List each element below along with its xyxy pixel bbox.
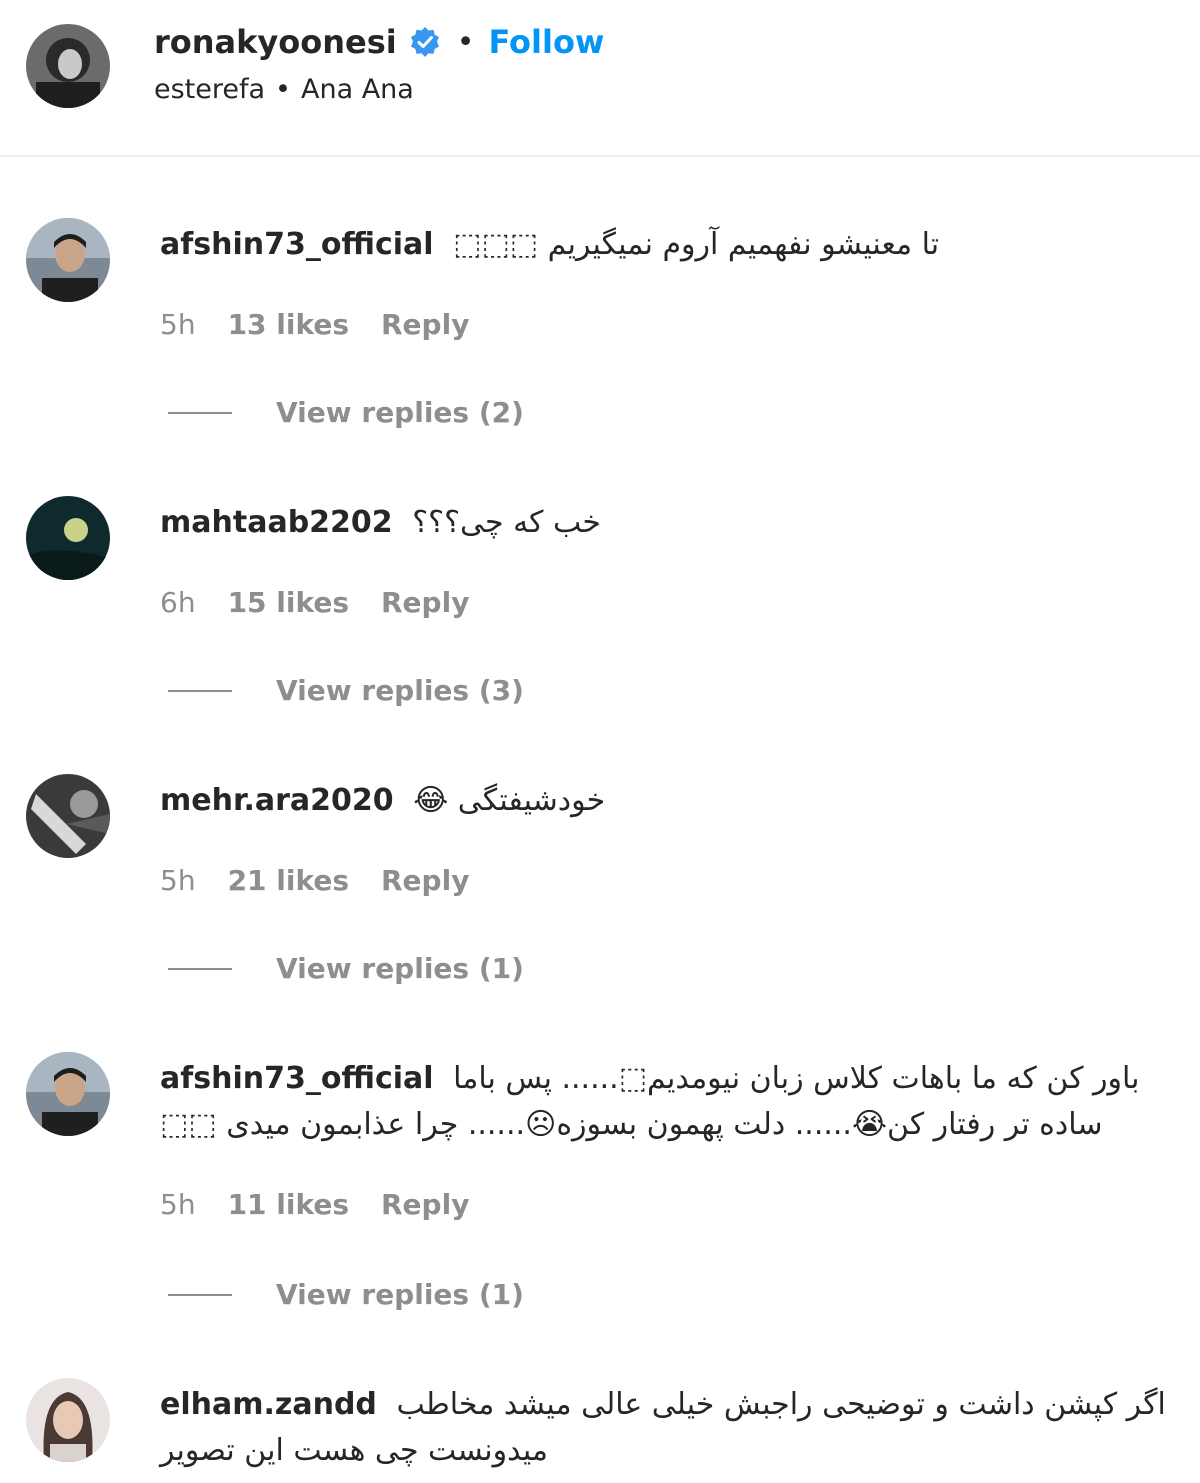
commenter-avatar[interactable] [26, 496, 110, 580]
comment-body: خودشیفتگی 😂 [413, 783, 606, 818]
comment-meta: 5h 21 likes Reply [160, 864, 501, 897]
comment-time: 5h [160, 1188, 196, 1221]
reply-button[interactable]: Reply [381, 308, 469, 341]
replies-divider [168, 689, 232, 692]
follow-button[interactable]: Follow [488, 23, 604, 61]
comment-text: mehr.ara2020 خودشیفتگی 😂 [160, 778, 1180, 824]
post-subtitle: esterefa • Ana Ana [154, 74, 414, 105]
comment-meta: 5h 11 likes Reply [160, 1188, 501, 1221]
author-username[interactable]: ronakyoonesi [154, 23, 397, 61]
view-replies-label: View replies (2) [276, 396, 524, 429]
view-replies-label: View replies (1) [276, 1278, 524, 1311]
view-replies-label: View replies (1) [276, 952, 524, 985]
view-replies-label: View replies (3) [276, 674, 524, 707]
view-replies-button[interactable]: View replies (1) [168, 1278, 524, 1311]
reply-button[interactable]: Reply [381, 586, 469, 619]
comment-username[interactable]: afshin73_official [160, 1061, 434, 1096]
comment-likes[interactable]: 21 likes [228, 864, 349, 897]
commenter-avatar[interactable] [26, 1378, 110, 1462]
comment-likes[interactable]: 15 likes [228, 586, 349, 619]
comment-username[interactable]: mahtaab2202 [160, 505, 393, 540]
comment-username[interactable]: elham.zandd [160, 1387, 377, 1422]
audio-link[interactable]: Ana Ana [301, 74, 414, 105]
comment-likes[interactable]: 11 likes [228, 1188, 349, 1221]
replies-divider [168, 967, 232, 970]
reply-button[interactable]: Reply [381, 864, 469, 897]
comment-likes[interactable]: 13 likes [228, 308, 349, 341]
separator-dot: • [275, 74, 291, 105]
comment-meta: 6h 15 likes Reply [160, 586, 501, 619]
comment-text: elham.zandd اگر کپشن داشت و توضیحی راجبش… [160, 1382, 1180, 1474]
comment-username[interactable]: mehr.ara2020 [160, 783, 394, 818]
view-replies-button[interactable]: View replies (1) [168, 952, 524, 985]
comment-text: afshin73_official باور کن که ما باهات کل… [160, 1056, 1180, 1148]
comment-username[interactable]: afshin73_official [160, 227, 434, 262]
post-header: ronakyoonesi • Follow esterefa • Ana Ana [0, 0, 1200, 157]
comment-body: تا معنیشو نفهمیم آروم نمیگیریم ⬚⬚⬚ [453, 227, 940, 262]
view-replies-button[interactable]: View replies (3) [168, 674, 524, 707]
separator-dot: • [456, 24, 475, 60]
comment-text: mahtaab2202 خب که چی؟؟؟ [160, 500, 1180, 546]
comment-time: 6h [160, 586, 196, 619]
commenter-avatar[interactable] [26, 218, 110, 302]
author-avatar[interactable] [26, 24, 110, 108]
location-link[interactable]: esterefa [154, 74, 265, 105]
comment-time: 5h [160, 864, 196, 897]
commenter-avatar[interactable] [26, 774, 110, 858]
commenter-avatar[interactable] [26, 1052, 110, 1136]
comment-time: 5h [160, 308, 196, 341]
view-replies-button[interactable]: View replies (2) [168, 396, 524, 429]
verified-badge-icon [409, 26, 441, 58]
comment-text: afshin73_official تا معنیشو نفهمیم آروم … [160, 222, 1180, 268]
comment-body: خب که چی؟؟؟ [412, 505, 601, 540]
comment-meta: 5h 13 likes Reply [160, 308, 501, 341]
replies-divider [168, 1293, 232, 1296]
reply-button[interactable]: Reply [381, 1188, 469, 1221]
replies-divider [168, 411, 232, 414]
